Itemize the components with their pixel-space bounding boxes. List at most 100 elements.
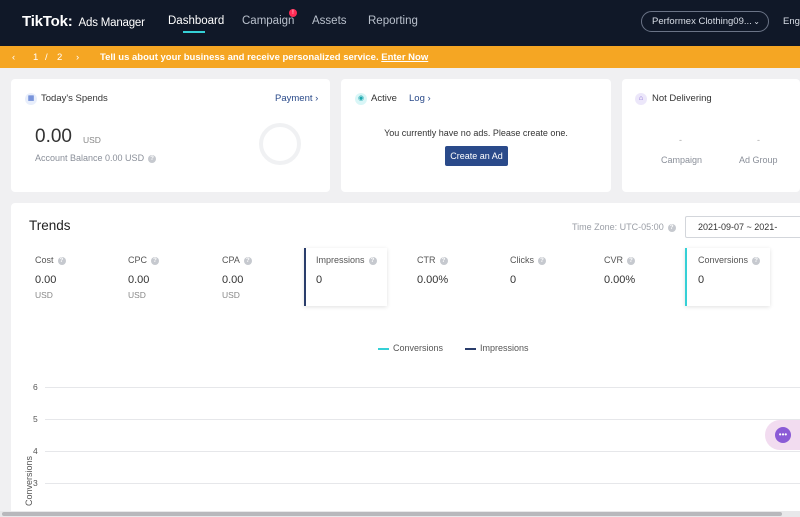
nav-campaign[interactable]: Campaign — [242, 15, 294, 27]
y-tick-5: 5 — [33, 414, 38, 424]
trends-title: Trends — [29, 218, 71, 233]
metric-conversions-label: Conversions — [698, 255, 749, 265]
metric-cpa-label: CPA — [222, 255, 240, 265]
metric-cvr-value: 0.00% — [604, 274, 636, 286]
date-range-picker[interactable]: 2021-09-07 ~ 2021- — [685, 216, 800, 238]
help-icon[interactable]: ? — [148, 154, 157, 163]
banner-enter-now-link[interactable]: Enter Now — [381, 52, 428, 63]
logo-text: TikTok — [22, 13, 68, 30]
campaign-notification-badge: ! — [289, 9, 297, 17]
metric-ctr[interactable]: CTR? — [417, 255, 448, 265]
metric-cost[interactable]: Cost? — [35, 255, 66, 265]
metric-cpc-unit: USD — [128, 290, 146, 300]
spends-progress-ring — [259, 123, 301, 165]
nav-active-indicator — [183, 31, 205, 33]
legend-conversions[interactable]: Conversions — [378, 343, 443, 353]
metric-clicks[interactable]: Clicks? — [510, 255, 546, 265]
help-icon[interactable]: ? — [752, 256, 761, 265]
calendar-icon: ▦ — [25, 93, 37, 105]
timezone-text: Time Zone: UTC-05:00 — [572, 222, 664, 232]
metric-cpa-value: 0.00 — [222, 274, 244, 286]
y-tick-6: 6 — [33, 382, 38, 392]
language-selector[interactable]: Eng — [783, 16, 800, 27]
ad-group-label[interactable]: Ad Group — [739, 155, 778, 165]
help-icon[interactable]: ? — [57, 256, 66, 265]
banner-page-current: 1 — [33, 52, 39, 63]
no-ads-message: You currently have no ads. Please create… — [384, 128, 568, 138]
metric-impressions-value: 0 — [316, 274, 323, 286]
metric-cost-label: Cost — [35, 255, 54, 265]
timezone-label: Time Zone: UTC-05:00? — [572, 222, 676, 232]
logo-subtitle: Ads Manager — [78, 17, 145, 29]
account-balance: Account Balance 0.00 USD? — [35, 153, 157, 163]
help-icon[interactable]: ? — [439, 256, 448, 265]
active-status-icon: ◉ — [355, 93, 367, 105]
help-icon[interactable]: ? — [538, 256, 546, 265]
account-name: Performex Clothing09... — [652, 16, 752, 27]
banner-prev-button[interactable]: ‹ — [12, 52, 15, 63]
campaign-label[interactable]: Campaign — [661, 155, 702, 165]
top-navigation-bar: TikTok: Ads Manager Dashboard Campaign !… — [0, 0, 800, 46]
help-icon[interactable]: ? — [151, 256, 160, 265]
banner-page-separator: / — [45, 52, 48, 63]
banner-message-text: Tell us about your business and receive … — [100, 52, 379, 63]
gridline — [45, 419, 800, 420]
payment-link-label: Payment — [275, 93, 313, 104]
spends-amount: 0.00 — [35, 126, 72, 147]
spends-title: Today's Spends — [41, 93, 108, 104]
metric-ctr-value: 0.00% — [417, 274, 449, 286]
help-icon[interactable]: ? — [243, 256, 252, 265]
horizontal-scrollbar[interactable] — [0, 511, 800, 517]
campaign-count: - — [679, 135, 682, 145]
not-delivering-card: ⌂ Not Delivering - Campaign - Ad Group — [622, 79, 800, 192]
not-delivering-title: Not Delivering — [652, 93, 712, 104]
metric-clicks-value: 0 — [510, 274, 517, 286]
banner-next-button[interactable]: › — [76, 52, 79, 63]
nav-assets[interactable]: Assets — [312, 15, 347, 27]
help-icon[interactable]: ? — [368, 256, 377, 265]
nav-reporting[interactable]: Reporting — [368, 15, 418, 27]
spends-currency: USD — [83, 135, 101, 145]
help-icon[interactable]: ? — [667, 223, 676, 232]
legend-conversions-label: Conversions — [393, 343, 444, 353]
trends-panel — [11, 203, 800, 511]
help-icon[interactable]: ? — [627, 256, 636, 265]
account-balance-text: Account Balance 0.00 USD — [35, 153, 145, 163]
chevron-right-icon: › — [315, 93, 319, 104]
metric-conversions-value: 0 — [698, 274, 705, 286]
chevron-down-icon: ⌄ — [753, 17, 760, 26]
chat-support-button[interactable]: ••• — [765, 420, 800, 450]
log-link-label: Log — [409, 93, 425, 104]
legend-impressions[interactable]: Impressions — [465, 343, 529, 353]
metric-cost-value: 0.00 — [35, 274, 57, 286]
scrollbar-thumb[interactable] — [2, 512, 782, 516]
gridline — [45, 483, 800, 484]
payment-link[interactable]: Payment › — [275, 93, 318, 104]
metric-cpa-unit: USD — [222, 290, 240, 300]
metric-conversions[interactable]: Conversions? — [698, 255, 761, 265]
chat-bubble-icon: ••• — [775, 427, 791, 443]
y-tick-4: 4 — [33, 446, 38, 456]
tiktok-ads-manager-logo[interactable]: TikTok: Ads Manager — [22, 13, 145, 30]
gridline — [45, 451, 800, 452]
legend-impressions-label: Impressions — [480, 343, 529, 353]
active-title: Active — [371, 93, 397, 104]
banner-page-total: 2 — [57, 52, 63, 63]
metric-clicks-label: Clicks — [510, 255, 534, 265]
nav-dashboard[interactable]: Dashboard — [168, 15, 224, 27]
y-axis-label: Conversions — [24, 455, 35, 507]
home-warning-icon: ⌂ — [635, 93, 647, 105]
log-link[interactable]: Log › — [409, 93, 431, 104]
metric-cvr[interactable]: CVR? — [604, 255, 636, 265]
metric-impressions[interactable]: Impressions? — [316, 255, 377, 265]
chevron-right-icon: › — [427, 93, 431, 104]
active-ads-card: ◉ Active Log › You currently have no ads… — [341, 79, 611, 192]
announcement-banner: ‹ 1 / 2 › Tell us about your business an… — [0, 46, 800, 68]
metric-ctr-label: CTR — [417, 255, 436, 265]
account-selector[interactable]: Performex Clothing09... ⌄ — [641, 11, 769, 32]
metric-cvr-label: CVR — [604, 255, 624, 265]
metric-cpc[interactable]: CPC? — [128, 255, 160, 265]
metric-cpa[interactable]: CPA? — [222, 255, 252, 265]
create-ad-button[interactable]: Create an Ad — [445, 146, 508, 166]
metric-cost-unit: USD — [35, 290, 53, 300]
